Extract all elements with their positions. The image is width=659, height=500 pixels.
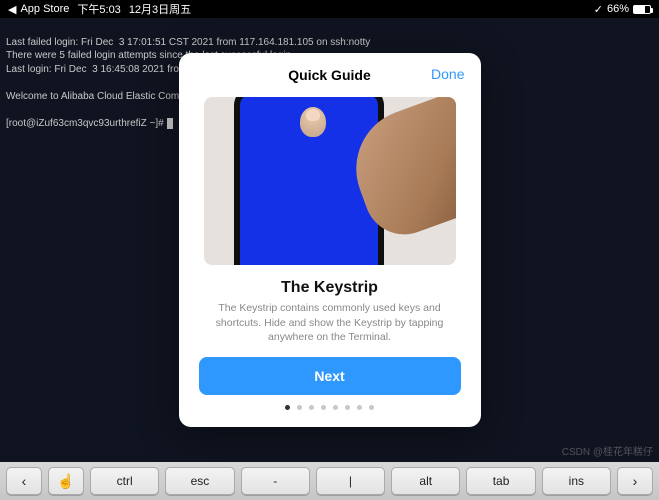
page-dot[interactable] [321, 405, 326, 410]
done-button[interactable]: Done [431, 66, 464, 82]
keystrip-key-ins[interactable]: ins [542, 467, 611, 495]
status-time: 下午5:03 [77, 1, 120, 17]
guide-illustration: qwertyuiop asdfghjkl [204, 97, 456, 265]
page-dot[interactable] [309, 405, 314, 410]
status-bar: ◀ App Store 下午5:03 12月3日周五 ✓ 66% [0, 0, 659, 18]
keystrip-key--[interactable]: - [241, 467, 310, 495]
terminal-prompt: [root@iZuf63cm3qvc93urthrefiZ ~]# [6, 117, 164, 131]
keystrip-pointer-button[interactable]: ☝ [48, 467, 84, 495]
page-dot[interactable] [369, 405, 374, 410]
keystrip-key-tab[interactable]: tab [466, 467, 535, 495]
status-date: 12月3日周五 [129, 1, 191, 17]
page-dot[interactable] [345, 405, 350, 410]
quick-guide-modal: Quick Guide Done qwertyuiop asdfghjkl Th… [179, 53, 481, 427]
terminal-line: Last failed login: Fri Dec 3 17:01:51 CS… [6, 37, 370, 48]
keystrip-prev-button[interactable]: ‹ [6, 467, 42, 495]
keystrip-bar: ‹ ☝ ctrlesc-|alttabins › [0, 462, 659, 500]
keystrip-key-esc[interactable]: esc [165, 467, 234, 495]
back-caret-icon[interactable]: ◀ [8, 3, 16, 16]
wifi-icon: ✓ [594, 3, 603, 16]
keystrip-next-button[interactable]: › [617, 467, 653, 495]
watermark: CSDN @桂花年糕仔 [562, 443, 653, 458]
back-app-label[interactable]: App Store [20, 3, 69, 15]
next-button[interactable]: Next [199, 357, 461, 395]
page-indicator[interactable] [179, 405, 481, 410]
keystrip-key-alt[interactable]: alt [391, 467, 460, 495]
keystrip-key-ctrl[interactable]: ctrl [90, 467, 159, 495]
page-dot[interactable] [357, 405, 362, 410]
battery-percent: 66% [607, 3, 629, 15]
keystrip-key-pipe[interactable]: | [316, 467, 385, 495]
card-description: The Keystrip contains commonly used keys… [179, 297, 481, 345]
cursor-icon [167, 118, 173, 129]
modal-title: Quick Guide [288, 67, 370, 83]
page-dot[interactable] [297, 405, 302, 410]
page-dot[interactable] [285, 405, 290, 410]
battery-icon [633, 5, 651, 14]
page-dot[interactable] [333, 405, 338, 410]
card-title: The Keystrip [179, 279, 481, 297]
